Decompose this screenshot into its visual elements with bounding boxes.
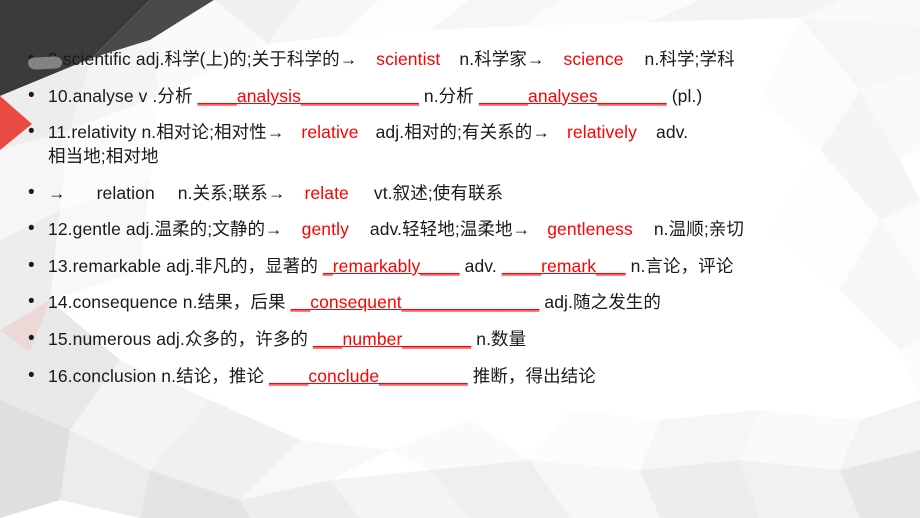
item-9-answer-2: science [563, 49, 624, 69]
item-9-gloss-1: n.科学家→ [459, 49, 545, 69]
item-11b-arrow: → [48, 182, 66, 203]
vocabulary-list: 9.scientific adj.科学(上)的;关于科学的→ scientist… [26, 46, 894, 389]
item-10-gloss-1: n.分析 [423, 85, 474, 106]
item-11b-word: relation [96, 182, 155, 203]
item-12-answer-2: gentleness [547, 219, 633, 240]
item-16-gloss: 推断，得出结论 [472, 365, 596, 386]
item-10-stem: 10.analyse v .分析 [48, 85, 193, 106]
slide-content: 9.scientific adj.科学(上)的;关于科学的→ scientist… [0, 0, 920, 518]
list-item: 9.scientific adj.科学(上)的;关于科学的→ scientist… [26, 46, 894, 72]
item-10-answer-1: ____analysis____________ [197, 85, 419, 106]
item-14-stem: 14.consequence n.结果，后果 [48, 292, 286, 313]
item-10-answer-2: _____analyses_______ [478, 85, 667, 106]
item-12-gloss-1: adv.轻轻地;温柔地→ [369, 219, 531, 240]
item-10-gloss-2: (pl.) [671, 85, 703, 106]
item-15-gloss: n.数量 [476, 329, 527, 349]
item-12-gloss-2: n.温顺;亲切 [653, 219, 745, 240]
item-16-answer: ____conclude_________ [269, 365, 468, 386]
list-item: 10.analyse v .分析 ____analysis___________… [26, 83, 894, 109]
list-item: → relation n.关系;联系→ relate vt.叙述;使有联系 [26, 180, 894, 206]
item-13-gloss-1: adv. [464, 255, 497, 276]
item-12-answer-1: gently [301, 219, 349, 240]
item-12-stem: 12.gentle adj.温柔的;文静的→ [48, 219, 283, 240]
item-14-answer: __consequent______________ [290, 292, 540, 313]
list-item: 11.relativity n.相对论;相对性→ relative adj.相对… [26, 119, 894, 168]
item-11-answer-2: relatively [566, 122, 638, 143]
item-11-gloss-1: adj.相对的;有关系的→ [375, 122, 550, 143]
item-11-answer-1: relative [301, 122, 359, 143]
list-item: 16.conclusion n.结论，推论 ____conclude______… [26, 363, 894, 389]
list-item: 14.consequence n.结果，后果 __consequent_____… [26, 289, 894, 315]
item-11b-gloss-1: n.关系;联系→ [177, 182, 286, 203]
item-11-gloss-2: adv. [655, 122, 689, 143]
item-13-stem: 13.remarkable adj.非凡的，显著的 [48, 255, 318, 276]
list-item: 15.numerous adj.众多的，许多的 ___number_______… [26, 326, 894, 352]
item-15-answer: ___number_______ [313, 329, 472, 349]
item-11b-gloss-2: vt.叙述;使有联系 [373, 182, 504, 203]
item-9-gloss-2: n.科学;学科 [644, 49, 735, 69]
list-item: 13.remarkable adj.非凡的，显著的 _remarkably___… [26, 253, 894, 279]
item-14-gloss: adj.随之发生的 [544, 292, 661, 313]
item-11-stem: 11.relativity n.相对论;相对性→ [48, 122, 285, 143]
item-13-gloss-2: n.言论，评论 [630, 255, 734, 276]
item-11b-answer: relate [304, 182, 349, 203]
list-item: 12.gentle adj.温柔的;文静的→ gently adv.轻轻地;温柔… [26, 216, 894, 242]
item-9-answer-1: scientist [376, 49, 441, 69]
ink-scribble-annotation [27, 56, 63, 70]
item-15-stem: 15.numerous adj.众多的，许多的 [48, 329, 309, 349]
item-9-stem: 9.scientific adj.科学(上)的;关于科学的→ [48, 49, 358, 69]
item-16-stem: 16.conclusion n.结论，推论 [48, 365, 265, 386]
item-11-gloss-3: 相当地;相对地 [48, 145, 159, 166]
item-13-answer-2: ____remark___ [501, 255, 626, 276]
item-13-answer-1: _remarkably____ [322, 255, 460, 276]
